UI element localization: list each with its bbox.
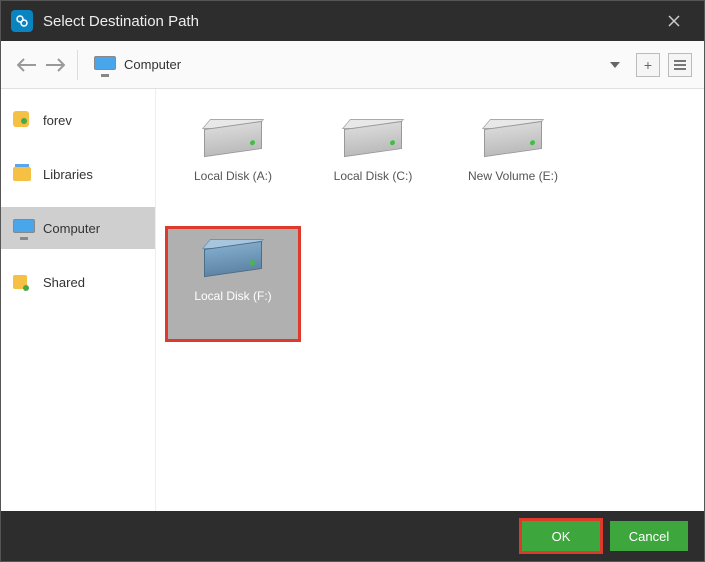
location-bar[interactable]: Computer — [86, 49, 610, 81]
navbar-right: + — [610, 53, 692, 77]
computer-icon — [94, 56, 116, 74]
row-break — [168, 219, 692, 229]
app-icon — [11, 10, 33, 32]
drive-icon — [484, 119, 542, 159]
drive-label: New Volume (E:) — [468, 169, 558, 183]
footer: OK Cancel — [1, 511, 704, 561]
drive-grid: Local Disk (A:) Local Disk (C:) New Volu… — [156, 89, 704, 511]
dialog: Select Destination Path — [0, 0, 705, 562]
sidebar-item-shared[interactable]: Shared — [1, 261, 155, 303]
location-dropdown[interactable] — [610, 62, 620, 68]
close-button[interactable] — [654, 1, 694, 41]
sidebar: forev Libraries Computer Shared — [1, 89, 156, 511]
sidebar-item-label: Computer — [43, 221, 100, 236]
sidebar-item-label: Libraries — [43, 167, 93, 182]
sidebar-item-libraries[interactable]: Libraries — [1, 153, 155, 195]
back-arrow-icon — [17, 58, 37, 72]
content: Computer + forev — [1, 41, 704, 511]
view-list-button[interactable] — [668, 53, 692, 77]
navbar: Computer + — [1, 41, 704, 89]
ok-button[interactable]: OK — [522, 521, 600, 551]
sidebar-item-label: forev — [43, 113, 72, 128]
new-folder-button[interactable]: + — [636, 53, 660, 77]
dialog-title: Select Destination Path — [43, 13, 654, 30]
drive-icon — [204, 239, 262, 279]
body: forev Libraries Computer Shared — [1, 89, 704, 511]
shared-icon — [13, 273, 33, 291]
cancel-button[interactable]: Cancel — [610, 521, 688, 551]
sidebar-item-label: Shared — [43, 275, 85, 290]
drive-icon — [344, 119, 402, 159]
user-folder-icon — [13, 111, 33, 129]
back-button[interactable] — [13, 51, 41, 79]
location-text: Computer — [124, 57, 181, 72]
drive-label: Local Disk (F:) — [194, 289, 271, 303]
libraries-icon — [13, 165, 33, 183]
computer-icon — [13, 219, 33, 237]
forward-button[interactable] — [41, 51, 69, 79]
drive-local-a[interactable]: Local Disk (A:) — [168, 109, 298, 219]
drive-local-c[interactable]: Local Disk (C:) — [308, 109, 438, 219]
forward-arrow-icon — [45, 58, 65, 72]
nav-separator — [77, 50, 78, 80]
list-icon — [674, 60, 686, 70]
drive-icon — [204, 119, 262, 159]
sidebar-item-computer[interactable]: Computer — [1, 207, 155, 249]
drive-local-f[interactable]: Local Disk (F:) — [168, 229, 298, 339]
titlebar: Select Destination Path — [1, 1, 704, 41]
drive-label: Local Disk (A:) — [194, 169, 272, 183]
sidebar-item-user[interactable]: forev — [1, 99, 155, 141]
close-icon — [668, 15, 680, 27]
plus-icon: + — [644, 57, 652, 73]
drive-new-volume-e[interactable]: New Volume (E:) — [448, 109, 578, 219]
drive-label: Local Disk (C:) — [334, 169, 413, 183]
